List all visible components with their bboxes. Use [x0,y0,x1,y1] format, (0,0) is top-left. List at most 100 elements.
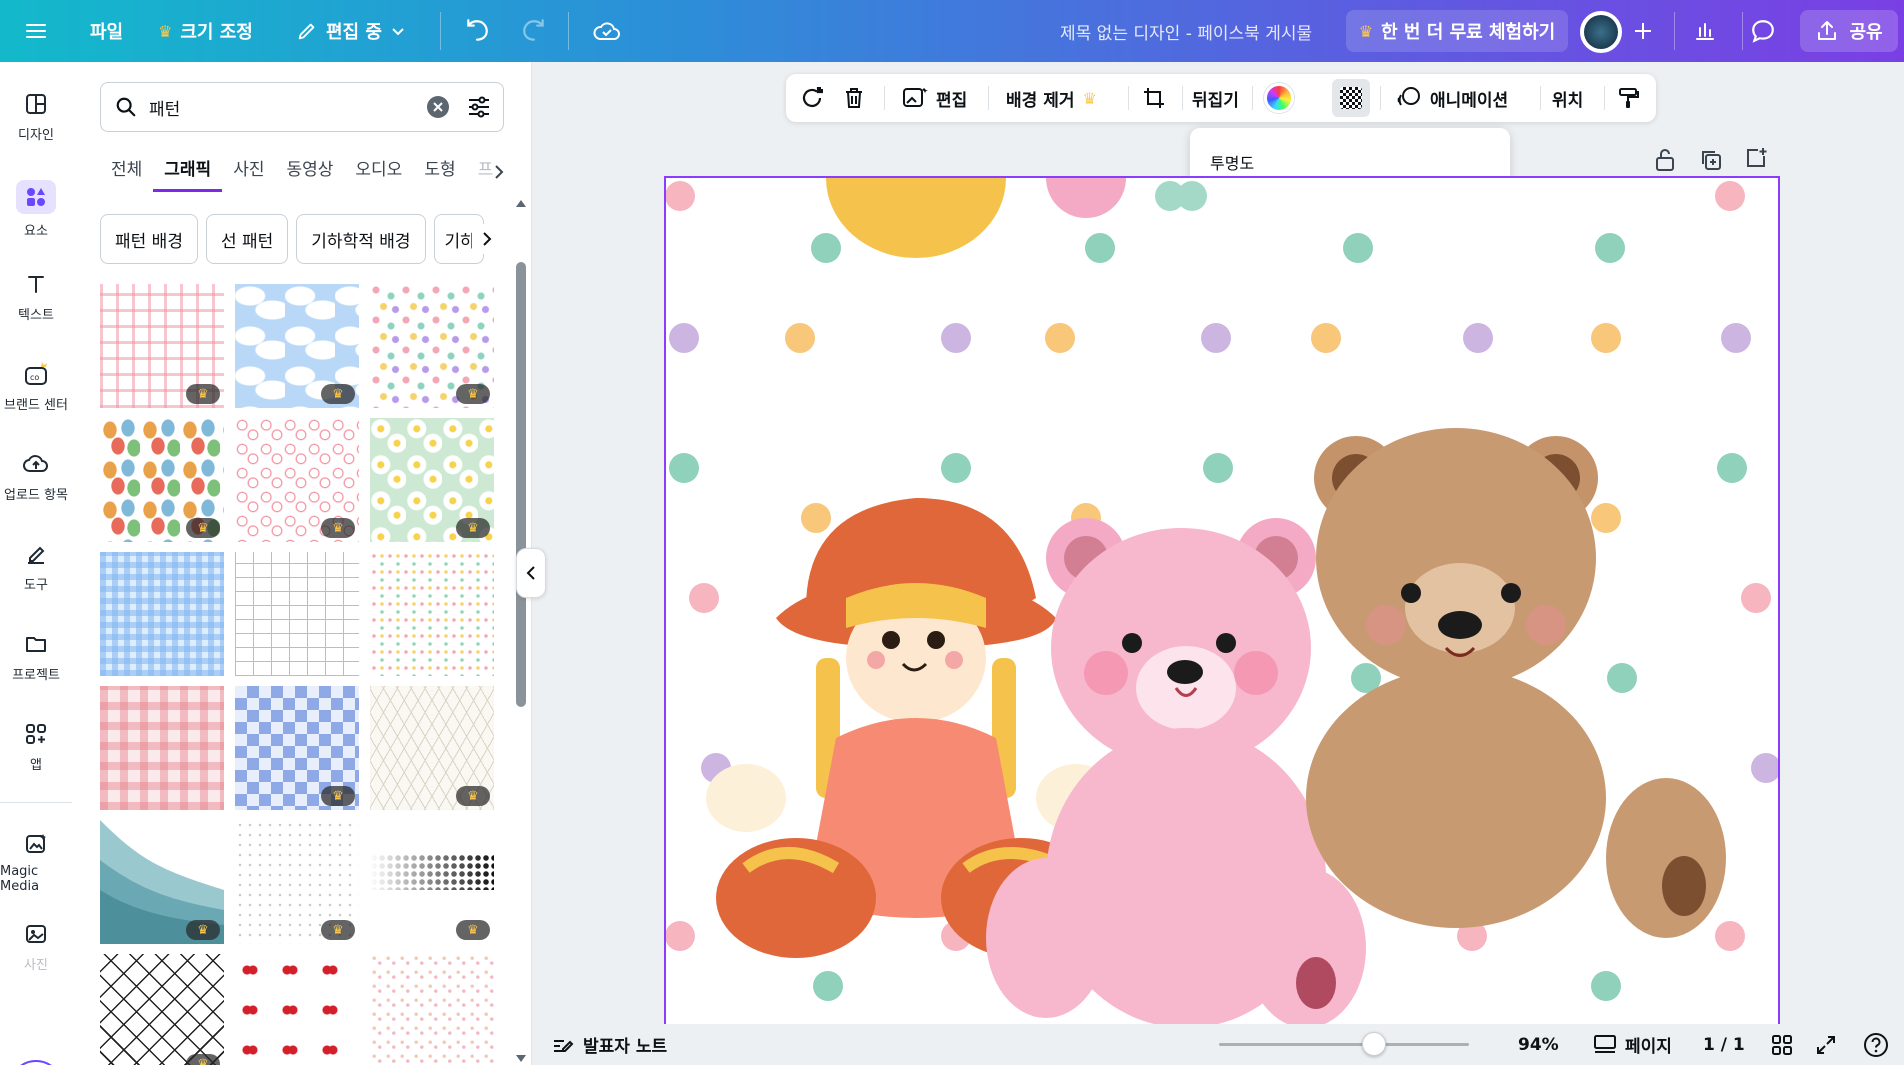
pattern-tile-gummy-bears[interactable]: ♛ [100,418,224,542]
resize-button[interactable]: ♛ 크기 조정 [158,0,253,62]
file-menu[interactable]: 파일 [90,0,123,62]
category-tabs: 전체 그래픽 사진 동영상 오디오 도형 프 [100,152,513,192]
rail-photos[interactable]: 사진 [0,920,72,973]
delete-button[interactable] [842,74,866,122]
doll-illustration[interactable] [666,178,1778,1024]
copy-style-button[interactable] [1616,74,1640,122]
crown-icon: ♛ [456,920,490,940]
zoom-level[interactable]: 94% [1518,1024,1559,1065]
scroll-up-arrow-icon[interactable] [515,198,527,208]
background-remover-button[interactable]: 배경 제거 ♛ [1006,74,1097,122]
collapse-panel-button[interactable] [516,548,546,598]
panel-scrollbar[interactable] [516,262,526,707]
magic-assistant-button[interactable] [9,1060,63,1065]
tab-shapes[interactable]: 도형 [413,152,466,192]
save-status-button[interactable] [586,10,628,52]
pattern-tile-hearts[interactable]: ♛ [235,418,359,542]
rail-elements[interactable]: 요소 [0,180,72,239]
rail-apps[interactable]: 앱 [0,720,72,773]
tab-all[interactable]: 전체 [100,152,153,192]
animate-button[interactable]: 애니메이션 [1396,74,1508,122]
chip-pattern-background[interactable]: 패턴 배경 [100,214,198,264]
fullscreen-button[interactable] [1815,1024,1837,1065]
divider [1182,86,1183,110]
tab-videos[interactable]: 동영상 [275,152,344,192]
chips-next-button[interactable] [472,224,502,254]
comments-button[interactable] [1742,10,1784,52]
pattern-tile-confetti-dots[interactable]: ♛ [370,284,494,408]
design-title[interactable]: 제목 없는 디자인 - 페이스북 게시물 [1060,0,1312,62]
pattern-tile-checkerboard[interactable]: ♛ [235,686,359,810]
pattern-tile-cherries[interactable] [235,954,359,1065]
avatar[interactable] [1580,11,1622,53]
zoom-slider[interactable] [1219,1032,1469,1056]
pattern-tile-red-gingham[interactable] [100,686,224,810]
rail-projects[interactable]: 프로젝트 [0,630,72,683]
pattern-tile-dot-grid[interactable]: ♛ [235,820,359,944]
position-button[interactable]: 위치 [1552,74,1583,122]
search-input[interactable] [149,97,399,117]
pattern-tile-teal-waves[interactable]: ♛ [100,820,224,944]
tabs-next-button[interactable] [493,152,513,192]
add-page-button[interactable] [1744,146,1768,170]
page-count: 1 / 1 [1703,1034,1745,1055]
pattern-tile-geometric-lines[interactable]: ♛ [370,686,494,810]
chip-line-pattern[interactable]: 선 패턴 [205,214,289,264]
tab-photos[interactable]: 사진 [222,152,275,192]
pattern-tile-blue-gingham[interactable] [100,552,224,676]
editing-mode-button[interactable]: 편집 중 [296,0,406,62]
flip-button[interactable]: 뒤집기 [1192,74,1239,122]
pattern-tile-diamond-lattice[interactable]: ♛ [100,954,224,1065]
duplicate-page-button[interactable] [1699,148,1723,172]
pattern-tile-tiny-dots[interactable] [370,552,494,676]
divider [1674,12,1675,50]
search-box [100,82,504,132]
apps-icon [22,720,50,748]
rail-design[interactable]: 디자인 [0,90,72,143]
presenter-notes-button[interactable]: 발표자 노트 [551,1024,667,1065]
edit-image-button[interactable]: 편집 [902,74,967,122]
pattern-grid: ♛ ♛ ♛ ♛ ♛ ♛ ♛ ♛ ♛ ♛ ♛ ♛ [100,284,496,1065]
tab-more[interactable]: 프 [467,152,494,192]
color-button[interactable] [1264,74,1294,122]
crown-icon: ♛ [456,384,490,404]
lock-button[interactable] [1654,148,1676,172]
tab-audio[interactable]: 오디오 [344,152,413,192]
upload-icon [1818,21,1837,40]
chip-geometric-background[interactable]: 기하학적 배경 [296,214,426,264]
help-button[interactable] [1863,1024,1889,1065]
chevron-right-icon [483,232,492,246]
zoom-thumb[interactable] [1362,1032,1386,1056]
free-trial-button[interactable]: ♛ 한 번 더 무료 체험하기 [1346,10,1568,52]
filter-button[interactable] [465,93,493,121]
menu-button[interactable] [24,0,48,62]
rail-uploads[interactable]: 업로드 항목 [0,450,72,503]
crown-icon: ♛ [186,920,220,940]
replace-button[interactable] [798,74,826,122]
rail-brand[interactable]: co 브랜드 센터 [0,360,72,413]
design-page[interactable] [664,176,1780,1026]
add-collaborator-button[interactable] [1622,10,1664,52]
scroll-down-arrow-icon[interactable] [515,1054,527,1064]
pattern-tile-daisies[interactable]: ♛ [370,418,494,542]
grid-view-button[interactable] [1771,1024,1793,1065]
redo-button[interactable] [513,10,555,52]
pattern-tile-speckles[interactable] [370,954,494,1065]
pattern-tile-pink-grid[interactable]: ♛ [100,284,224,408]
rail-text[interactable]: 텍스트 [0,270,72,323]
rail-magic-media[interactable]: Magic Media [0,830,72,894]
pattern-tile-sketch-grid[interactable] [235,552,359,676]
crop-button[interactable] [1142,74,1166,122]
rail-tools[interactable]: 도구 [0,540,72,593]
crown-icon: ♛ [1358,21,1374,41]
tab-graphics[interactable]: 그래픽 [153,152,223,192]
pattern-tile-clouds[interactable]: ♛ [235,284,359,408]
share-button[interactable]: 공유 [1800,10,1898,52]
divider [568,12,569,50]
undo-button[interactable] [456,10,498,52]
insights-button[interactable] [1684,10,1726,52]
pattern-tile-halftone[interactable]: ♛ [370,820,494,944]
clear-search-button[interactable] [427,96,449,118]
pages-button[interactable]: 페이지 [1593,1024,1672,1065]
transparency-button[interactable] [1332,74,1370,122]
